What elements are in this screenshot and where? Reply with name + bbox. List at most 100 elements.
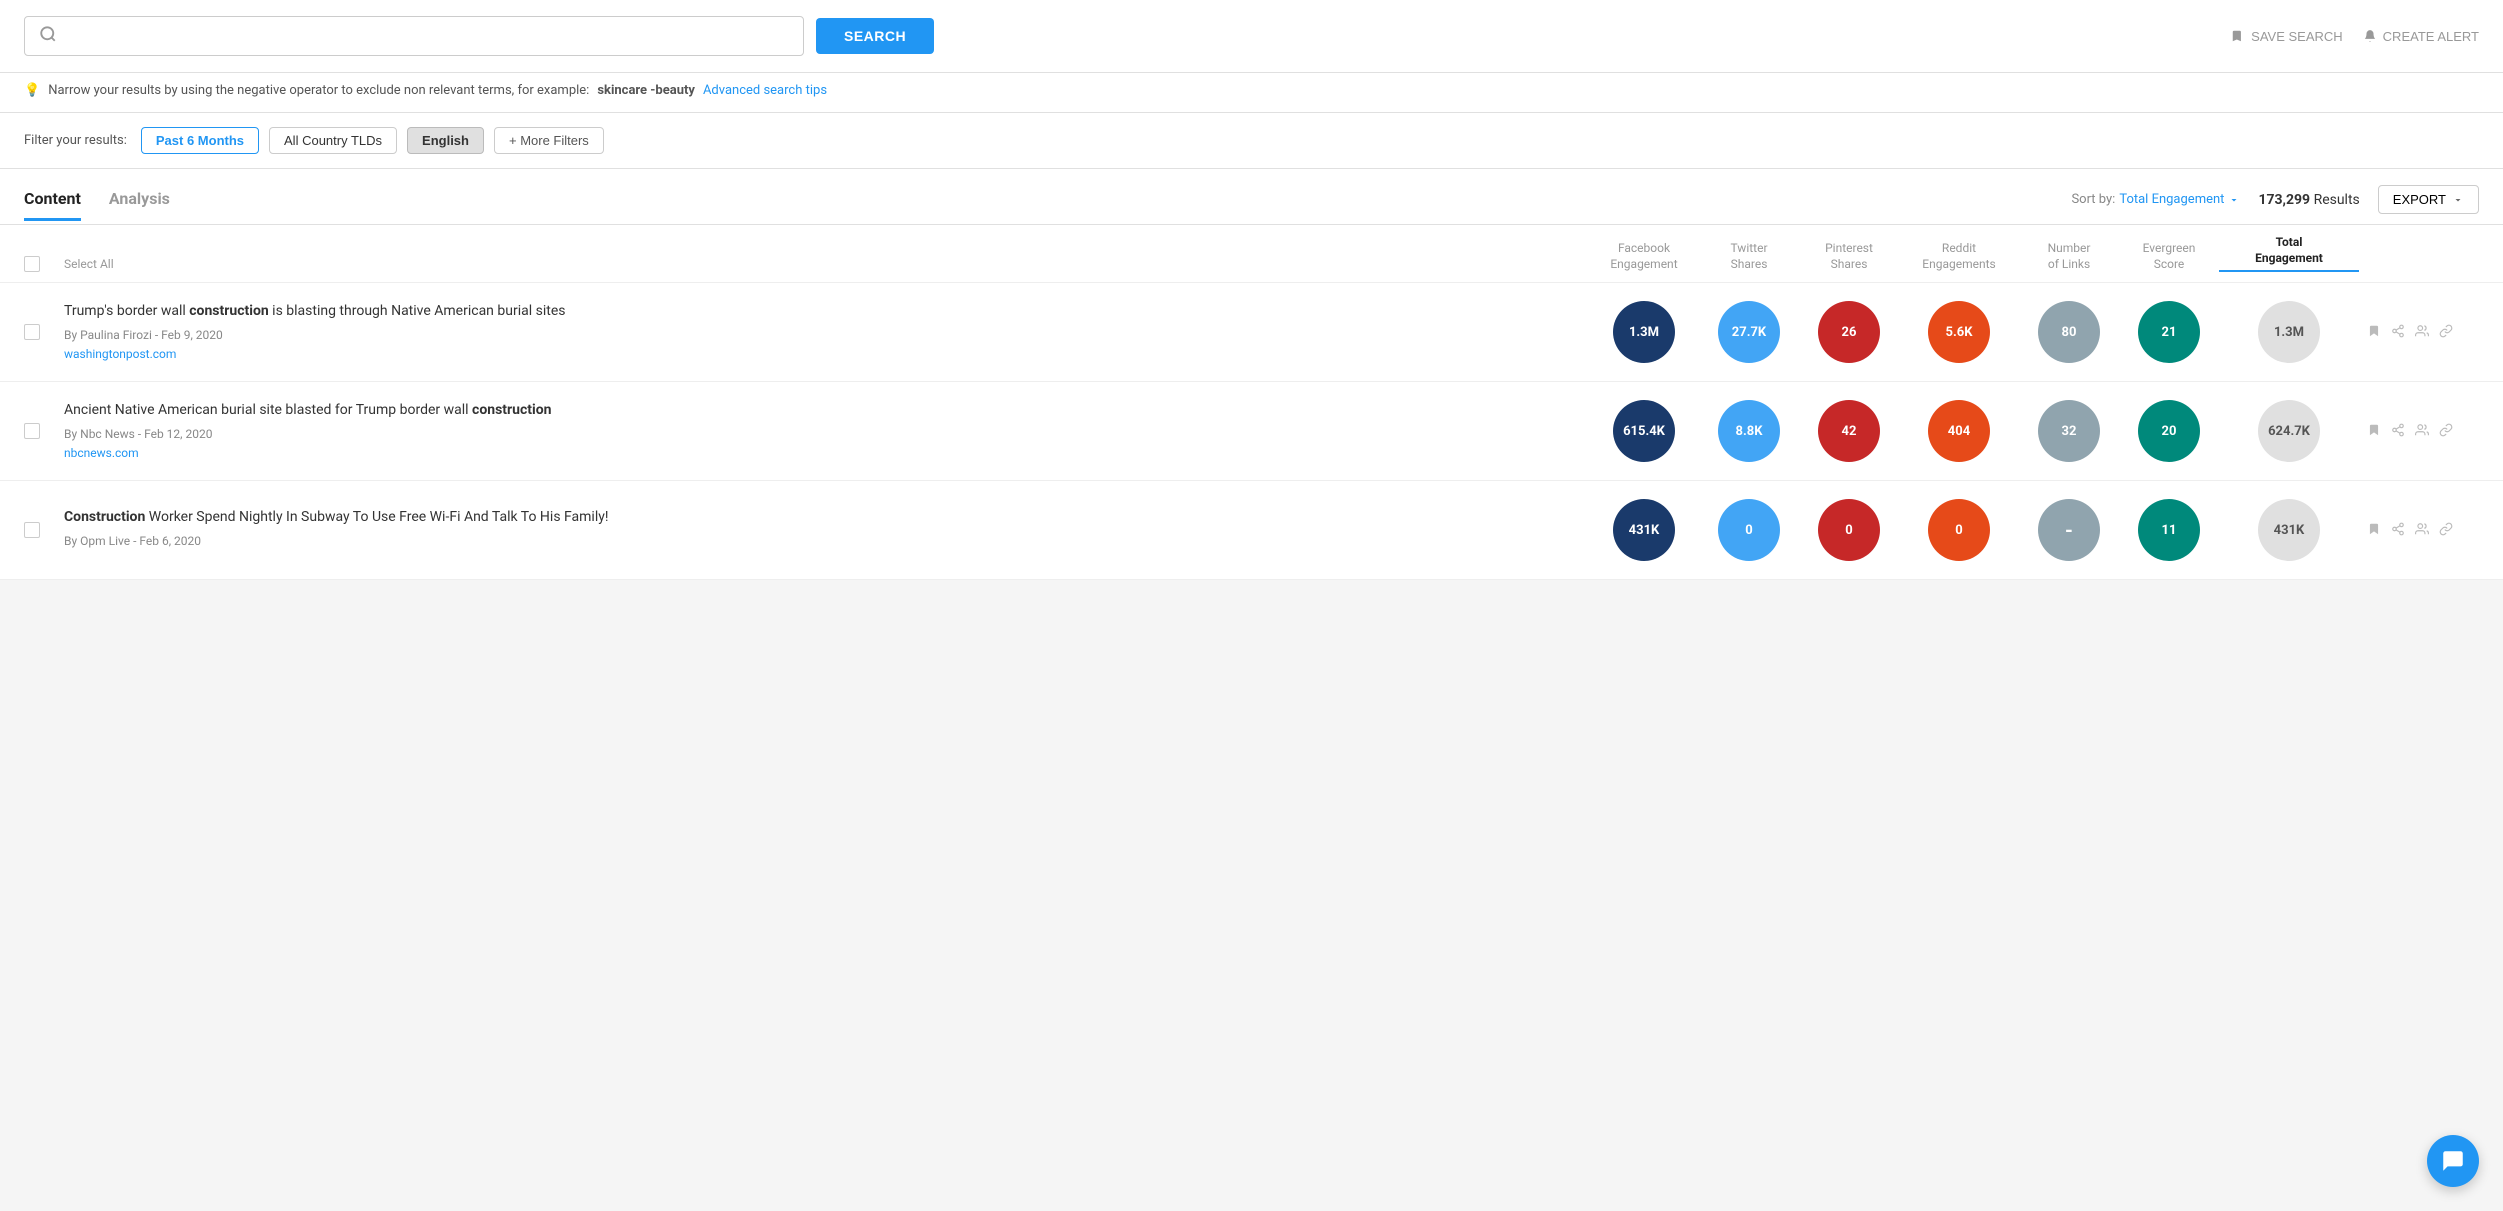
- twitter-circle: 27.7K: [1718, 301, 1780, 363]
- table-row: Ancient Native American burial site blas…: [0, 382, 2503, 481]
- pinterest-circle: 0: [1818, 499, 1880, 561]
- export-button[interactable]: EXPORT: [2378, 185, 2479, 214]
- links-circle: 32: [2038, 400, 2100, 462]
- col-header-total: TotalEngagement: [2219, 235, 2359, 272]
- metric-evergreen: 11: [2119, 499, 2219, 561]
- results-count: 173,299 Results: [2258, 192, 2359, 208]
- row-actions: [2367, 521, 2479, 540]
- reddit-circle: 5.6K: [1928, 301, 1990, 363]
- row-actions: [2367, 422, 2479, 441]
- table-row: Trump's border wall construction is blas…: [0, 283, 2503, 382]
- article-info: Construction Worker Spend Nightly In Sub…: [64, 508, 1589, 552]
- link-icon[interactable]: [2439, 521, 2453, 540]
- filter-all-country-tlds[interactable]: All Country TLDs: [269, 127, 397, 154]
- col-header-links: Numberof Links: [2019, 241, 2119, 272]
- tip-text: Narrow your results by using the negativ…: [48, 83, 589, 98]
- advanced-search-tips-link[interactable]: Advanced search tips: [703, 83, 827, 98]
- metric-links: -: [2019, 499, 2119, 561]
- article-title: Construction Worker Spend Nightly In Sub…: [64, 508, 1573, 528]
- search-input[interactable]: construction: [67, 27, 789, 45]
- users-icon[interactable]: [2415, 521, 2429, 540]
- article-source[interactable]: washingtonpost.com: [64, 347, 176, 361]
- twitter-circle: 8.8K: [1718, 400, 1780, 462]
- total-circle: 431K: [2258, 499, 2320, 561]
- select-all-wrap: [24, 256, 64, 272]
- metric-links: 32: [2019, 400, 2119, 462]
- metric-pinterest: 42: [1799, 400, 1899, 462]
- table-row: Construction Worker Spend Nightly In Sub…: [0, 481, 2503, 580]
- bookmark-icon[interactable]: [2367, 422, 2381, 441]
- filter-label: Filter your results:: [24, 133, 127, 148]
- bookmark-icon[interactable]: [2367, 521, 2381, 540]
- metric-twitter: 27.7K: [1699, 301, 1799, 363]
- metric-total: 431K: [2219, 499, 2359, 561]
- table-header: Select All FacebookEngagement TwitterSha…: [0, 225, 2503, 283]
- tab-content[interactable]: Content: [24, 189, 81, 221]
- col-header-facebook: FacebookEngagement: [1589, 241, 1699, 272]
- search-bar: construction SEARCH SAVE SEARCH CREATE A…: [0, 0, 2503, 73]
- metric-reddit: 404: [1899, 400, 2019, 462]
- metric-pinterest: 26: [1799, 301, 1899, 363]
- row-checkbox-wrap: [24, 522, 64, 538]
- total-circle: 624.7K: [2258, 400, 2320, 462]
- row-actions: [2367, 323, 2479, 342]
- col-header-reddit: RedditEngagements: [1899, 241, 2019, 272]
- metric-total: 1.3M: [2219, 301, 2359, 363]
- row-checkbox-wrap: [24, 423, 64, 439]
- share-icon[interactable]: [2391, 323, 2405, 342]
- row-checkbox-wrap: [24, 324, 64, 340]
- article-info: Trump's border wall construction is blas…: [64, 302, 1589, 362]
- metric-twitter: 8.8K: [1699, 400, 1799, 462]
- metric-reddit: 5.6K: [1899, 301, 2019, 363]
- search-wrapper: construction: [24, 16, 804, 56]
- tabs-row: Content Analysis Sort by: Total Engageme…: [0, 169, 2503, 225]
- search-icon: [39, 25, 57, 47]
- metric-links: 80: [2019, 301, 2119, 363]
- twitter-circle: 0: [1718, 499, 1780, 561]
- col-header-title: Select All: [64, 257, 1589, 273]
- save-search-button[interactable]: SAVE SEARCH: [2231, 29, 2343, 44]
- article-meta: By Paulina Firozi - Feb 9, 2020: [64, 328, 1573, 342]
- share-icon[interactable]: [2391, 422, 2405, 441]
- search-button[interactable]: SEARCH: [816, 18, 934, 54]
- users-icon[interactable]: [2415, 422, 2429, 441]
- link-icon[interactable]: [2439, 422, 2453, 441]
- filter-english[interactable]: English: [407, 127, 484, 154]
- metric-twitter: 0: [1699, 499, 1799, 561]
- share-icon[interactable]: [2391, 521, 2405, 540]
- pinterest-circle: 26: [1818, 301, 1880, 363]
- metric-reddit: 0: [1899, 499, 2019, 561]
- reddit-circle: 404: [1928, 400, 1990, 462]
- filter-past-6-months[interactable]: Past 6 Months: [141, 127, 259, 154]
- metric-evergreen: 21: [2119, 301, 2219, 363]
- chat-bubble[interactable]: [2427, 1135, 2479, 1187]
- create-alert-button[interactable]: CREATE ALERT: [2363, 29, 2479, 44]
- article-title: Trump's border wall construction is blas…: [64, 302, 1573, 322]
- row-checkbox[interactable]: [24, 423, 40, 439]
- article-info: Ancient Native American burial site blas…: [64, 401, 1589, 461]
- facebook-circle: 615.4K: [1613, 400, 1675, 462]
- metric-facebook: 431K: [1589, 499, 1699, 561]
- row-checkbox[interactable]: [24, 324, 40, 340]
- facebook-circle: 1.3M: [1613, 301, 1675, 363]
- users-icon[interactable]: [2415, 323, 2429, 342]
- sort-label: Sort by:: [2071, 192, 2115, 207]
- sort-by[interactable]: Sort by: Total Engagement: [2071, 192, 2240, 207]
- pinterest-circle: 42: [1818, 400, 1880, 462]
- col-header-pinterest: PinterestShares: [1799, 241, 1899, 272]
- bookmark-icon[interactable]: [2367, 323, 2381, 342]
- article-source[interactable]: nbcnews.com: [64, 446, 139, 460]
- links-circle: 80: [2038, 301, 2100, 363]
- select-all-checkbox[interactable]: [24, 256, 40, 272]
- article-meta: By Nbc News - Feb 12, 2020: [64, 427, 1573, 441]
- article-meta: By Opm Live - Feb 6, 2020: [64, 534, 1573, 548]
- link-icon[interactable]: [2439, 323, 2453, 342]
- facebook-circle: 431K: [1613, 499, 1675, 561]
- evergreen-circle: 20: [2138, 400, 2200, 462]
- evergreen-circle: 21: [2138, 301, 2200, 363]
- filter-more-button[interactable]: + More Filters: [494, 127, 604, 154]
- col-header-evergreen: EvergreenScore: [2119, 241, 2219, 272]
- sort-value: Total Engagement: [2119, 192, 2224, 207]
- tab-analysis[interactable]: Analysis: [109, 189, 170, 221]
- row-checkbox[interactable]: [24, 522, 40, 538]
